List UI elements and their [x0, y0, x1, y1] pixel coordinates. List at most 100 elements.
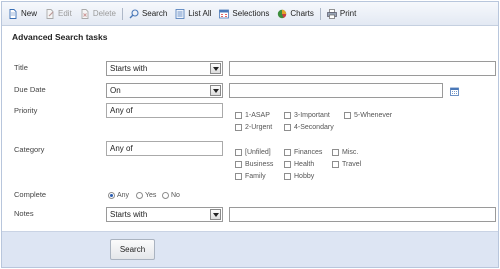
- checkbox[interactable]: [235, 149, 242, 156]
- toolbar: New Edit Delete Search List All Selectio…: [2, 2, 498, 26]
- checkbox[interactable]: [235, 173, 242, 180]
- checkbox[interactable]: [284, 124, 291, 131]
- checkbox-label: [Unfiled]: [245, 149, 271, 156]
- toolbar-separator: [319, 7, 321, 20]
- radio-label: Any: [117, 192, 130, 199]
- list-all-label: List All: [188, 9, 212, 18]
- delete-button[interactable]: Delete: [80, 8, 116, 19]
- charts-button[interactable]: Charts: [277, 9, 314, 19]
- checkbox[interactable]: [235, 112, 242, 119]
- category-checkbox-hobby[interactable]: Hobby: [284, 173, 314, 180]
- print-label: Print: [339, 9, 357, 18]
- new-button[interactable]: New: [8, 8, 38, 19]
- new-label: New: [21, 9, 38, 18]
- complete-radio-any[interactable]: Any: [108, 192, 129, 199]
- title-input[interactable]: [229, 61, 496, 76]
- form-footer: [2, 231, 498, 267]
- calendar-icon[interactable]: [450, 87, 459, 96]
- title-label: Title: [14, 63, 28, 72]
- checkbox-label: 4-Secondary: [294, 124, 334, 131]
- title-operator-select[interactable]: Starts with: [106, 61, 223, 76]
- due-date-operator-value: On: [110, 86, 121, 95]
- checkbox[interactable]: [235, 124, 242, 131]
- title-operator-value: Starts with: [110, 64, 148, 73]
- radio-button[interactable]: [108, 192, 115, 199]
- complete-radio-no[interactable]: No: [162, 192, 180, 199]
- category-mode[interactable]: Any of: [106, 141, 223, 156]
- checkbox[interactable]: [284, 161, 291, 168]
- radio-label: No: [171, 192, 180, 199]
- checkbox[interactable]: [332, 149, 339, 156]
- checkbox-label: 5-Whenever: [354, 112, 393, 119]
- list-all-button[interactable]: List All: [175, 8, 212, 19]
- selections-label: Selections: [232, 9, 270, 18]
- priority-mode[interactable]: Any of: [106, 103, 223, 118]
- radio-label: Yes: [145, 192, 157, 199]
- due-date-operator-select[interactable]: On: [106, 83, 223, 98]
- edit-button[interactable]: Edit: [45, 8, 72, 19]
- radio-button[interactable]: [162, 192, 169, 199]
- printer-icon: [327, 8, 337, 19]
- edit-label: Edit: [58, 9, 72, 18]
- search-panel: New Edit Delete Search List All Selectio…: [1, 1, 499, 268]
- checkbox[interactable]: [235, 161, 242, 168]
- priority-checkbox-4-secondary[interactable]: 4-Secondary: [284, 124, 334, 131]
- checkbox-label: Travel: [342, 161, 362, 168]
- priority-checkbox-3-important[interactable]: 3-Important: [284, 112, 330, 119]
- search-button[interactable]: Search: [110, 239, 155, 260]
- delete-icon: [80, 8, 90, 19]
- chevron-down-icon: [210, 63, 221, 74]
- category-checkbox-travel[interactable]: Travel: [332, 161, 361, 168]
- category-checkbox-unfiled[interactable]: [Unfiled]: [235, 149, 271, 156]
- checkbox[interactable]: [284, 149, 291, 156]
- search-icon: [129, 8, 139, 19]
- edit-icon: [45, 8, 55, 19]
- page-title: Advanced Search tasks: [12, 32, 108, 42]
- category-checkbox-finances[interactable]: Finances: [284, 149, 322, 156]
- checkbox[interactable]: [284, 173, 291, 180]
- category-checkbox-misc[interactable]: Misc.: [332, 149, 358, 156]
- category-checkbox-health[interactable]: Health: [284, 161, 314, 168]
- chevron-down-icon: [210, 85, 221, 96]
- checkbox-label: Misc.: [342, 149, 359, 156]
- priority-label: Priority: [14, 106, 38, 115]
- checkbox-label: Hobby: [294, 173, 315, 180]
- complete-label: Complete: [14, 190, 47, 199]
- toolbar-separator: [121, 7, 123, 20]
- priority-checkbox-1-asap[interactable]: 1-ASAP: [235, 112, 270, 119]
- priority-checkbox-2-urgent[interactable]: 2-Urgent: [235, 124, 272, 131]
- new-document-icon: [8, 8, 18, 19]
- list-icon: [175, 8, 185, 19]
- radio-button[interactable]: [136, 192, 143, 199]
- pie-chart-icon: [277, 9, 287, 19]
- notes-operator-value: Starts with: [110, 210, 148, 219]
- notes-input[interactable]: [229, 207, 496, 222]
- selections-icon: [219, 9, 230, 19]
- priority-checkbox-5-whenever[interactable]: 5-Whenever: [344, 112, 392, 119]
- delete-label: Delete: [92, 9, 116, 18]
- category-checkbox-family[interactable]: Family: [235, 173, 266, 180]
- print-button[interactable]: Print: [327, 8, 357, 19]
- checkbox-label: Health: [294, 161, 315, 168]
- selections-button[interactable]: Selections: [219, 9, 269, 19]
- checkbox-label: Family: [245, 173, 266, 180]
- notes-label: Notes: [14, 209, 34, 218]
- complete-radio-yes[interactable]: Yes: [136, 192, 156, 199]
- checkbox-label: 1-ASAP: [245, 112, 270, 119]
- notes-operator-select[interactable]: Starts with: [106, 207, 223, 222]
- search-label: Search: [141, 9, 168, 18]
- checkbox[interactable]: [284, 112, 291, 119]
- category-checkbox-business[interactable]: Business: [235, 161, 273, 168]
- checkbox[interactable]: [332, 161, 339, 168]
- charts-label: Charts: [290, 9, 314, 18]
- chevron-down-icon: [210, 209, 221, 220]
- due-date-label: Due Date: [14, 85, 46, 94]
- due-date-input[interactable]: [229, 83, 443, 98]
- checkbox-label: 3-Important: [294, 112, 330, 119]
- category-label: Category: [14, 145, 45, 154]
- search-button-toolbar[interactable]: Search: [129, 8, 168, 19]
- checkbox-label: 2-Urgent: [245, 124, 273, 131]
- checkbox-label: Business: [245, 161, 274, 168]
- checkbox-label: Finances: [294, 149, 323, 156]
- checkbox[interactable]: [344, 112, 351, 119]
